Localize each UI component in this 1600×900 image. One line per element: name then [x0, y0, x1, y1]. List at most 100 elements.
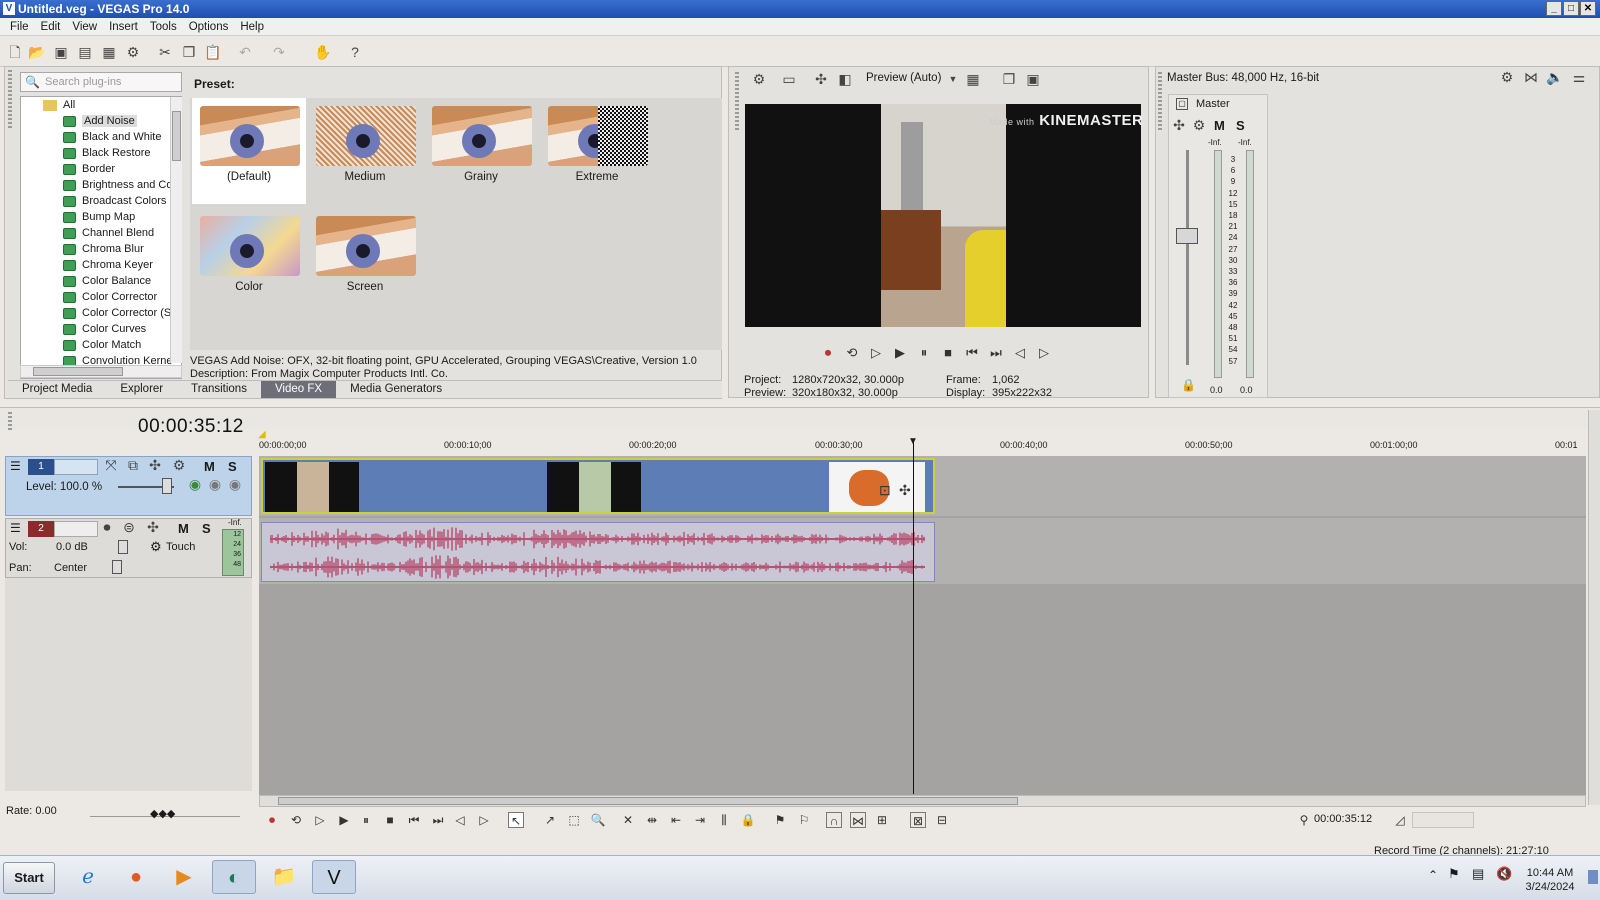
properties-gear-icon[interactable]: ⚙	[124, 43, 142, 61]
browser-app-icon[interactable]: ◐	[212, 860, 256, 894]
panel-grip[interactable]	[8, 70, 12, 130]
plugin-item[interactable]: Color Curves	[21, 321, 181, 337]
maximize-button[interactable]: □	[1563, 1, 1579, 16]
scroll-thumb[interactable]	[172, 111, 181, 161]
level-slider-knob[interactable]	[162, 478, 172, 494]
snapping-magnet-icon[interactable]: ∩	[826, 812, 842, 828]
play-icon[interactable]: ▶	[892, 345, 908, 361]
plugin-item[interactable]: Black Restore	[21, 145, 181, 161]
previous-frame-icon[interactable]: ◁	[452, 812, 468, 828]
go-to-end-icon[interactable]: ⏭	[430, 812, 446, 828]
tab-video-fx[interactable]: Video FX	[260, 381, 337, 398]
lock-icon[interactable]: 🔒	[1181, 378, 1196, 392]
master-fx-icon[interactable]: ✣	[1170, 116, 1188, 134]
collapse-icon[interactable]: ☰	[10, 459, 21, 473]
menu-view[interactable]: View	[66, 21, 103, 33]
volume-muted-icon[interactable]: 🔇	[1496, 866, 1512, 882]
save-snapshot-icon[interactable]: ▣	[1024, 70, 1042, 88]
media-player-icon[interactable]: ▶	[162, 860, 206, 894]
pause-icon[interactable]: ⏸	[916, 345, 932, 361]
track-name-field[interactable]	[54, 521, 98, 537]
track-fx-icon[interactable]: ✣	[146, 456, 164, 474]
tab-project-media[interactable]: Project Media	[8, 381, 106, 398]
ignore-grouping-icon[interactable]: ⊟	[934, 812, 950, 828]
stop-icon[interactable]: ■	[382, 812, 398, 828]
play-from-start-icon[interactable]: ▷	[868, 345, 884, 361]
file-explorer-icon[interactable]: 📁	[262, 860, 306, 894]
master-fader-knob[interactable]	[1176, 228, 1198, 244]
tab-transitions[interactable]: Transitions	[177, 381, 261, 398]
preset-medium[interactable]: Medium	[308, 98, 422, 204]
master-solo-button[interactable]: S	[1236, 118, 1245, 133]
plugin-item[interactable]: Brightness and Co	[21, 177, 181, 193]
plugin-item[interactable]: Color Corrector	[21, 289, 181, 305]
trim-start-icon[interactable]: ⇤	[668, 812, 684, 828]
plugin-item[interactable]: Broadcast Colors	[21, 193, 181, 209]
render-icon[interactable]: ▦	[100, 43, 118, 61]
video-track-header[interactable]: ☰ 1 ⤧ ⧉ ✣ ⚙ M S Level: 100.0 % ◉ ◉ ◉	[5, 456, 252, 516]
track-motion-icon[interactable]: ⤧	[102, 456, 120, 474]
selection-length-field[interactable]	[1412, 812, 1474, 828]
panel-grip[interactable]	[8, 412, 12, 432]
stop-icon[interactable]: ■	[940, 345, 956, 361]
preset-screen[interactable]: Screen	[308, 208, 422, 314]
event-pan-crop-icon[interactable]: ⊡	[879, 482, 891, 499]
selection-tool-icon[interactable]: ⬚	[566, 812, 582, 828]
system-clock[interactable]: 10:44 AM 3/24/2024	[1516, 866, 1584, 894]
help-icon[interactable]: ?	[346, 43, 364, 61]
go-to-end-icon[interactable]: ⏭	[988, 345, 1004, 361]
loop-region-marker[interactable]: ◢	[258, 429, 266, 440]
show-desktop-button[interactable]	[1588, 870, 1598, 884]
downmix-icon[interactable]: ⋈	[1522, 68, 1540, 86]
cursor-position-time[interactable]: 00:00:35:12	[1314, 813, 1372, 825]
lock-envelopes-icon[interactable]: ⊠	[910, 812, 926, 828]
plugin-item[interactable]: Channel Blend	[21, 225, 181, 241]
normal-edit-tool-icon[interactable]: ↖	[508, 812, 524, 828]
menu-help[interactable]: Help	[234, 21, 270, 33]
tab-explorer[interactable]: Explorer	[106, 381, 177, 398]
previous-frame-icon[interactable]: ◁	[1012, 345, 1028, 361]
master-mute-button[interactable]: M	[1214, 118, 1225, 133]
timecode-display[interactable]: 00:00:35:12	[138, 416, 244, 438]
chevron-down-icon[interactable]: ▼	[944, 70, 962, 88]
internet-explorer-icon[interactable]: ℯ	[66, 860, 110, 894]
composite-child-icon[interactable]: ◉	[206, 475, 224, 493]
tree-root-all[interactable]: All	[21, 97, 181, 113]
scroll-thumb[interactable]	[278, 797, 1018, 805]
external-monitor-icon[interactable]: ▭	[780, 70, 798, 88]
playhead-cursor[interactable]	[913, 442, 914, 794]
envelope-tool-icon[interactable]: ↗	[542, 812, 558, 828]
tree-vertical-scrollbar[interactable]	[170, 97, 182, 363]
loop-icon[interactable]: ⟲	[288, 812, 304, 828]
plugin-item[interactable]: Chroma Blur	[21, 241, 181, 257]
automation-gear-icon[interactable]: ⚙	[150, 539, 162, 555]
open-folder-icon[interactable]: 📂	[28, 43, 46, 61]
plugin-item[interactable]: Bump Map	[21, 209, 181, 225]
copy-icon[interactable]: ❐	[180, 43, 198, 61]
invert-phase-icon[interactable]: ⊜	[120, 518, 138, 536]
zoom-tool-icon[interactable]: 🔍	[590, 812, 606, 828]
playhead-marker[interactable]: ▼	[908, 436, 918, 447]
vegas-taskbar-icon[interactable]: V	[312, 860, 356, 894]
plugin-item[interactable]: Border	[21, 161, 181, 177]
menu-tools[interactable]: Tools	[144, 21, 183, 33]
speaker-icon[interactable]: 🔈	[1546, 68, 1564, 86]
video-event[interactable]: ⊡ ✣	[261, 458, 935, 514]
time-ruler[interactable]: 00:00:00;00 00:00:10;00 00:00:20;00 00:0…	[259, 432, 1586, 458]
preset-extreme[interactable]: Extreme	[540, 98, 654, 204]
minimize-button[interactable]: _	[1546, 1, 1562, 16]
master-fx-chain-icon[interactable]: ⚙	[1190, 116, 1208, 134]
pan-slider-knob[interactable]	[112, 560, 122, 574]
plugin-search-field[interactable]: 🔍 Search plug-ins	[20, 72, 182, 92]
plugin-item[interactable]: Color Balance	[21, 273, 181, 289]
plugin-item-add-noise[interactable]: Add Noise	[21, 113, 181, 129]
undo-icon[interactable]: ↶	[236, 43, 254, 61]
save-icon[interactable]: ▣	[52, 43, 70, 61]
mixer-settings-gear-icon[interactable]: ⚙	[1498, 68, 1516, 86]
record-icon[interactable]: ⏺	[820, 345, 836, 361]
preset-grainy[interactable]: Grainy	[424, 98, 538, 204]
plugin-item[interactable]: Color Corrector (S	[21, 305, 181, 321]
track-lock-icon[interactable]: ◉	[226, 475, 244, 493]
split-icon[interactable]: ⫼	[716, 812, 732, 828]
preview-quality-dropdown[interactable]: Preview (Auto)	[866, 72, 941, 84]
